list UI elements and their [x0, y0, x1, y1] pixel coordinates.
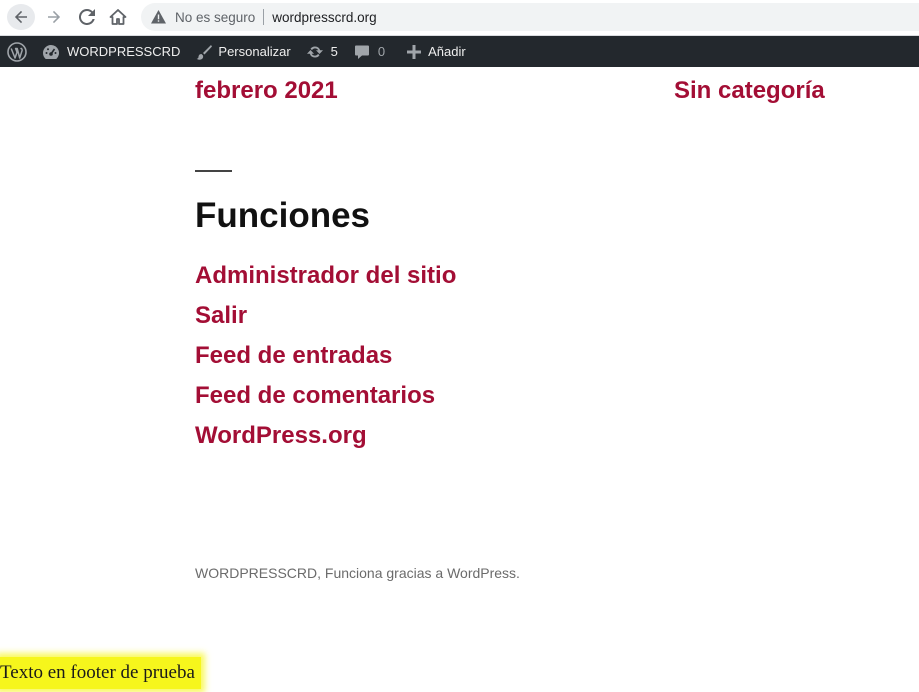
browser-toolbar: No es seguro wordpresscrd.org — [0, 0, 919, 36]
arrow-right-icon — [48, 10, 61, 24]
archive-month-link[interactable]: febrero 2021 — [195, 77, 338, 105]
warning-triangle-icon[interactable] — [151, 9, 167, 25]
meta-widget-title: Funciones — [195, 196, 371, 235]
dashboard-gauge-icon — [43, 44, 60, 59]
customize-label: Personalizar — [218, 44, 291, 59]
comment-bubble-icon — [354, 45, 369, 59]
list-item: Salir — [195, 298, 456, 338]
list-item: Feed de entradas — [195, 338, 456, 378]
new-content-menu[interactable]: Añadir — [407, 36, 466, 67]
address-bar[interactable]: No es seguro wordpresscrd.org — [141, 3, 919, 31]
updates-icon — [306, 45, 323, 58]
back-button[interactable] — [7, 4, 35, 30]
widget-divider — [195, 170, 232, 172]
comments-feed-link[interactable]: Feed de comentarios — [195, 382, 435, 409]
home-icon — [109, 9, 127, 25]
security-status-label[interactable]: No es seguro — [175, 10, 255, 25]
wordpress-logo-icon — [7, 41, 27, 62]
reload-icon — [79, 9, 95, 25]
logout-link[interactable]: Salir — [195, 302, 247, 329]
updates-menu[interactable]: 5 — [306, 36, 338, 67]
site-credits: WORDPRESSCRD, Funciona gracias a WordPre… — [195, 565, 520, 581]
url-text[interactable]: wordpresscrd.org — [272, 10, 376, 25]
entries-feed-link[interactable]: Feed de entradas — [195, 342, 392, 369]
omnibox-divider — [263, 9, 265, 25]
home-button[interactable] — [104, 4, 132, 30]
forward-button[interactable] — [40, 4, 68, 30]
wordpress-logo-menu[interactable] — [0, 36, 34, 67]
meta-links-list: Administrador del sitio Salir Feed de en… — [195, 258, 456, 458]
wordpress-org-link[interactable]: WordPress.org — [195, 422, 367, 449]
list-item: WordPress.org — [195, 418, 456, 458]
comments-menu[interactable]: 0 — [354, 36, 385, 67]
arrow-left-icon — [14, 10, 27, 24]
paintbrush-icon — [197, 44, 213, 60]
reload-button[interactable] — [73, 4, 101, 30]
site-admin-link[interactable]: Administrador del sitio — [195, 262, 456, 289]
wp-admin-bar: WORDPRESSCRD Personalizar 5 0 Añadir — [0, 36, 919, 67]
comments-count: 0 — [377, 44, 386, 59]
new-content-label: Añadir — [428, 44, 466, 59]
updates-count: 5 — [330, 44, 338, 59]
site-name-menu[interactable]: WORDPRESSCRD — [42, 36, 180, 67]
customize-menu[interactable]: Personalizar — [196, 36, 291, 67]
plus-icon — [407, 44, 422, 59]
list-item: Administrador del sitio — [195, 258, 456, 298]
footer-test-text: Texto en footer de prueba — [0, 657, 201, 689]
site-name-label: WORDPRESSCRD — [67, 44, 181, 59]
category-link[interactable]: Sin categoría — [674, 77, 825, 105]
list-item: Feed de comentarios — [195, 378, 456, 418]
